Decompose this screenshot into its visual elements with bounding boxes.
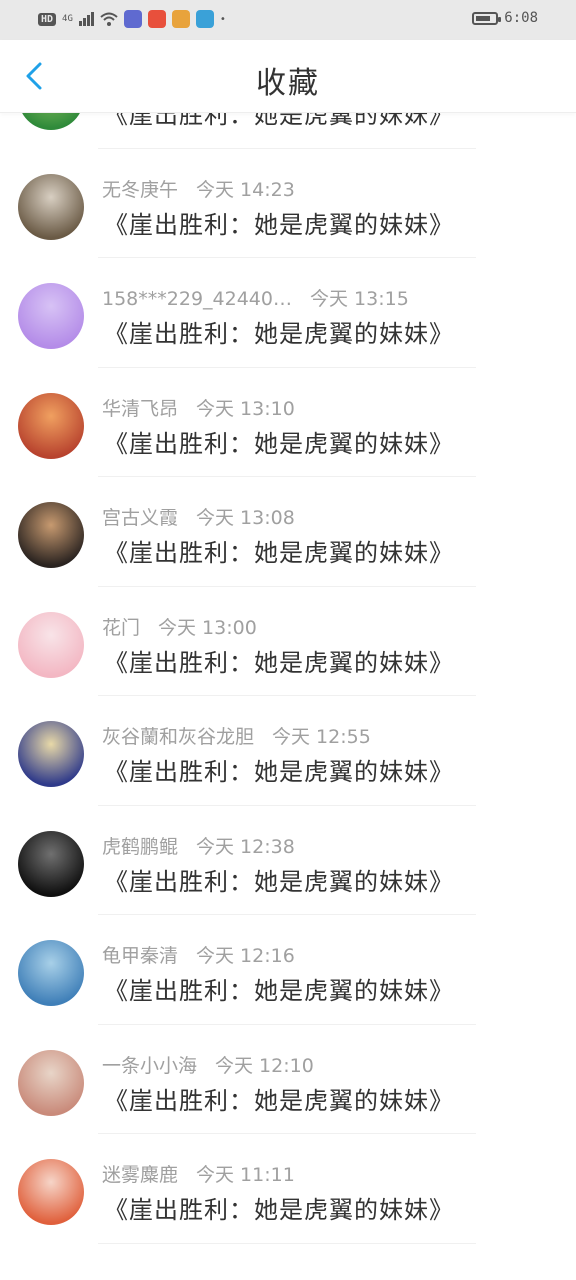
avatar[interactable] (18, 721, 84, 787)
avatar[interactable] (18, 392, 84, 459)
list-item[interactable]: 龟甲秦清 今天 12:16 《崖出胜利：她是虎翼的妹妹》 (0, 915, 576, 1025)
battery-icon (472, 11, 502, 25)
avatar[interactable] (18, 830, 84, 897)
item-message[interactable]: 《崖出胜利：她是虎翼的妹妹》 (104, 643, 454, 678)
list-item[interactable]: 158***229_42440… 今天 13:15 《崖出胜利：她是虎翼的妹妹》 (0, 258, 576, 368)
timestamp: 今天 11:11 (196, 1164, 295, 1186)
user-name[interactable]: 龟甲秦清 (102, 945, 178, 967)
timestamp: 今天 12:16 (196, 945, 295, 967)
timestamp: 今天 12:55 (272, 726, 371, 748)
user-name[interactable]: 宫古义霞 (102, 507, 178, 529)
favorites-list[interactable]: 许爱信义今天 14:27《崖出胜利：她是虎翼的妹妹》无冬庚午今天 14:23 《崖… (0, 112, 576, 1280)
timestamp: 今天 13:00 (158, 616, 257, 639)
item-meta: 华清飞昂 今天 13:10 (102, 394, 295, 421)
item-meta: 灰谷蘭和灰谷龙胆 今天 12:55 (102, 722, 371, 749)
avatar[interactable] (18, 502, 84, 568)
item-meta: 虎鹤鹏鲲 今天 12:38 (102, 832, 295, 859)
avatar[interactable] (18, 1049, 84, 1116)
header: 收藏 (0, 40, 576, 113)
avatar[interactable] (18, 112, 84, 130)
list-item[interactable]: 无冬庚午 今天 14:23 《崖出胜利：她是虎翼的妹妹》 (0, 149, 576, 259)
signal-icon (78, 12, 94, 26)
app-notification-icon (147, 10, 166, 28)
page-title: 收藏 (256, 66, 320, 101)
wifi-icon (100, 12, 118, 26)
timestamp: 今天 12:38 (196, 835, 295, 858)
item-meta: 迷雾麋鹿 今天 11:11 (102, 1160, 295, 1187)
timestamp: 今天 13:10 (196, 397, 295, 420)
avatar[interactable] (18, 173, 84, 240)
item-message[interactable]: 《崖出胜利：她是虎翼的妹妹》 (104, 862, 454, 897)
item-meta: 无冬庚午 今天 14:23 (102, 175, 295, 202)
user-name[interactable]: 158***229_42440… (102, 288, 292, 310)
list-item[interactable]: 迷雾麋鹿 今天 11:11 《崖出胜利：她是虎翼的妹妹》 (0, 1134, 576, 1244)
status-bar: HD 4G • 6:08 (0, 0, 576, 40)
list-item[interactable]: 花门 今天 13:00 《崖出胜利：她是虎翼的妹妹》 (0, 587, 576, 697)
item-meta: 龟甲秦清 今天 12:16 (102, 941, 295, 968)
timestamp: 今天 13:15 (309, 288, 409, 310)
avatar[interactable] (18, 611, 84, 678)
app-notification-icon (195, 10, 214, 28)
user-name[interactable]: 无冬庚午 (102, 179, 178, 201)
item-message[interactable]: 《崖出胜利：她是虎翼的妹妹》 (104, 752, 454, 787)
item-message[interactable]: 《崖出胜利：她是虎翼的妹妹》 (104, 112, 454, 130)
avatar[interactable] (18, 940, 84, 1006)
user-name[interactable]: 一条小小海 (102, 1055, 197, 1077)
item-message[interactable]: 《崖出胜利：她是虎翼的妹妹》 (104, 205, 454, 240)
item-message[interactable]: 《崖出胜利：她是虎翼的妹妹》 (104, 314, 454, 349)
favorites-list-content: 许爱信义今天 14:27《崖出胜利：她是虎翼的妹妹》无冬庚午今天 14:23 《崖… (0, 112, 576, 1244)
item-meta: 一条小小海 今天 12:10 (102, 1051, 314, 1078)
item-meta: 花门 今天 13:00 (102, 613, 257, 640)
more-notifications-icon: • (219, 13, 226, 25)
list-item[interactable]: 许爱信义今天 14:27《崖出胜利：她是虎翼的妹妹》 (0, 112, 576, 149)
timestamp: 今天 14:23 (196, 178, 295, 201)
user-name[interactable]: 华清飞昂 (102, 398, 178, 420)
item-meta: 宫古义霞 今天 13:08 (102, 503, 295, 530)
status-right: 6:08 (472, 10, 538, 26)
item-message[interactable]: 《崖出胜利：她是虎翼的妹妹》 (104, 533, 454, 568)
network-label: 4G (62, 14, 73, 24)
timestamp: 今天 12:10 (215, 1054, 314, 1077)
hd-badge: HD (38, 12, 57, 26)
item-message[interactable]: 《崖出胜利：她是虎翼的妹妹》 (104, 1190, 454, 1225)
avatar[interactable] (18, 1159, 84, 1225)
avatar[interactable] (18, 283, 84, 349)
status-left: HD 4G • (38, 10, 226, 28)
item-message[interactable]: 《崖出胜利：她是虎翼的妹妹》 (104, 1081, 454, 1116)
list-item[interactable]: 宫古义霞 今天 13:08 《崖出胜利：她是虎翼的妹妹》 (0, 477, 576, 587)
item-meta: 158***229_42440… 今天 13:15 (102, 284, 409, 311)
user-name[interactable]: 灰谷蘭和灰谷龙胆 (102, 726, 254, 748)
item-message[interactable]: 《崖出胜利：她是虎翼的妹妹》 (104, 424, 454, 459)
user-name[interactable]: 花门 (102, 617, 140, 639)
user-name[interactable]: 迷雾麋鹿 (102, 1164, 178, 1186)
list-item[interactable]: 华清飞昂 今天 13:10 《崖出胜利：她是虎翼的妹妹》 (0, 368, 576, 478)
list-item[interactable]: 灰谷蘭和灰谷龙胆 今天 12:55 《崖出胜利：她是虎翼的妹妹》 (0, 696, 576, 806)
clock: 6:08 (504, 10, 538, 26)
timestamp: 今天 13:08 (196, 507, 295, 529)
app-notification-icon (171, 10, 190, 28)
app-notification-icon (123, 10, 142, 28)
list-item[interactable]: 虎鹤鹏鲲 今天 12:38 《崖出胜利：她是虎翼的妹妹》 (0, 806, 576, 916)
list-item[interactable]: 一条小小海 今天 12:10 《崖出胜利：她是虎翼的妹妹》 (0, 1025, 576, 1135)
user-name[interactable]: 虎鹤鹏鲲 (102, 836, 178, 858)
item-message[interactable]: 《崖出胜利：她是虎翼的妹妹》 (104, 971, 454, 1006)
